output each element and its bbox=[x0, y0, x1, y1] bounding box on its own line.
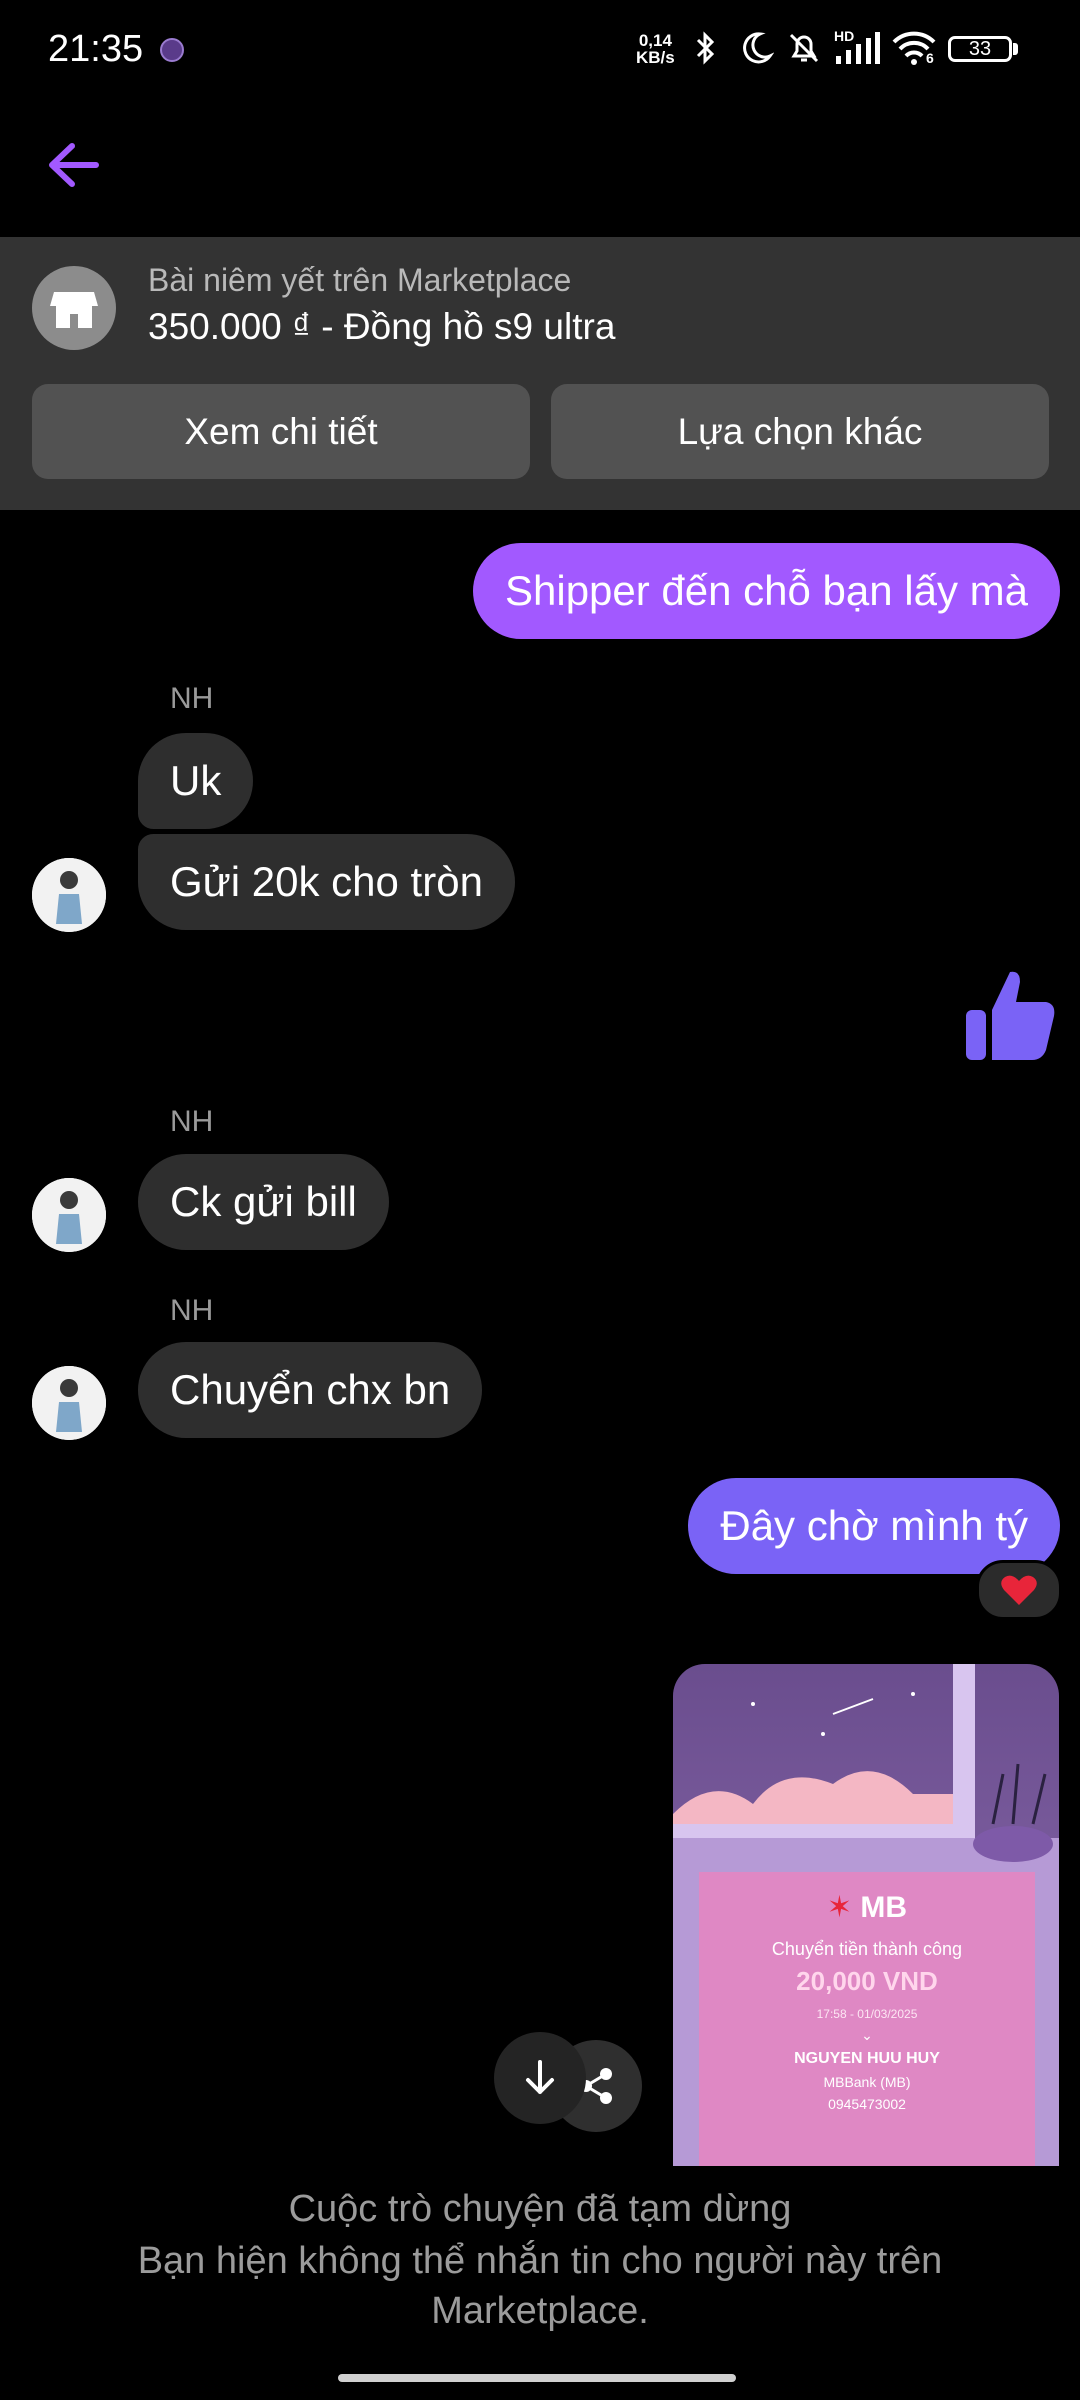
back-arrow-icon[interactable] bbox=[40, 130, 110, 200]
receipt-recipient-bank: MBBank (MB) bbox=[823, 2074, 911, 2090]
transfer-receipt-image[interactable]: ✶ MB Chuyển tiền thành công 20,000 VND 1… bbox=[673, 1664, 1059, 2166]
other-options-button[interactable]: Lựa chọn khác bbox=[551, 384, 1049, 479]
person-photo-icon bbox=[32, 1178, 106, 1252]
conversation-paused-title: Cuộc trò chuyện đã tạm dừng bbox=[288, 2188, 792, 2230]
conversation-paused-description: Bạn hiện không thể nhắn tin cho người nà… bbox=[137, 2240, 943, 2332]
incoming-message[interactable]: Chuyển chx bn bbox=[138, 1342, 483, 1438]
receipt-datetime: 17:58 - 01/03/2025 bbox=[816, 2007, 918, 2021]
receipt-status: Chuyển tiền thành công bbox=[771, 1939, 963, 1959]
contact-avatar[interactable] bbox=[32, 1366, 106, 1440]
person-photo-icon bbox=[32, 858, 106, 932]
mb-star-icon: ✶ bbox=[826, 1891, 853, 1924]
listing-title[interactable]: 350.000 ₫ - Đồng hồ s9 ultra bbox=[148, 306, 615, 348]
listing-caption: Bài niêm yết trên Marketplace bbox=[148, 262, 572, 298]
muted-bell-icon bbox=[789, 33, 819, 63]
notification-app-icon bbox=[160, 38, 184, 62]
network-speed: 0,14 KB/s bbox=[636, 32, 675, 66]
receipt-recipient: NGUYEN HUU HUY bbox=[794, 2050, 940, 2067]
do-not-disturb-moon-icon bbox=[743, 32, 774, 64]
cellular-signal-icon bbox=[836, 32, 880, 64]
arrow-down-icon bbox=[526, 2060, 554, 2094]
home-indicator[interactable] bbox=[338, 2374, 736, 2382]
contact-avatar[interactable] bbox=[32, 858, 106, 932]
bluetooth-icon bbox=[696, 31, 715, 65]
storefront-icon bbox=[50, 292, 98, 328]
incoming-message[interactable]: Gửi 20k cho tròn bbox=[138, 834, 515, 930]
shop-avatar bbox=[32, 266, 116, 350]
receipt-account: 0945473002 bbox=[828, 2096, 906, 2112]
wifi-6-label: 6 bbox=[926, 50, 934, 66]
sender-name: NH bbox=[170, 1105, 214, 1138]
incoming-message[interactable]: Ck gửi bill bbox=[138, 1154, 389, 1250]
battery-tip bbox=[1013, 43, 1018, 55]
incoming-message[interactable]: Uk bbox=[138, 733, 254, 829]
heart-icon bbox=[1001, 1575, 1037, 1605]
sender-name: NH bbox=[170, 1294, 214, 1327]
view-details-button[interactable]: Xem chi tiết bbox=[32, 384, 530, 479]
chevron-down-icon: ⌄ bbox=[861, 2027, 873, 2043]
receipt-amount: 20,000 VND bbox=[796, 1966, 938, 1996]
thumbs-up-icon[interactable] bbox=[962, 966, 1058, 1064]
sender-name: NH bbox=[170, 682, 214, 715]
heart-reaction[interactable] bbox=[976, 1560, 1062, 1620]
contact-avatar[interactable] bbox=[32, 1178, 106, 1252]
receipt-bank-logo: ✶ MB bbox=[699, 1890, 1035, 1925]
scroll-to-bottom-button[interactable] bbox=[494, 2032, 586, 2124]
battery-icon: 33 bbox=[948, 36, 1012, 62]
person-photo-icon bbox=[32, 1366, 106, 1440]
status-time: 21:35 bbox=[48, 28, 144, 70]
network-speed-unit: KB/s bbox=[636, 48, 675, 67]
receipt-card: ✶ MB Chuyển tiền thành công 20,000 VND 1… bbox=[699, 1872, 1035, 2166]
receipt-bank: MB bbox=[860, 1891, 908, 1924]
outgoing-message[interactable]: Shipper đến chỗ bạn lấy mà bbox=[472, 543, 1060, 639]
network-speed-value: 0,14 bbox=[638, 31, 672, 50]
